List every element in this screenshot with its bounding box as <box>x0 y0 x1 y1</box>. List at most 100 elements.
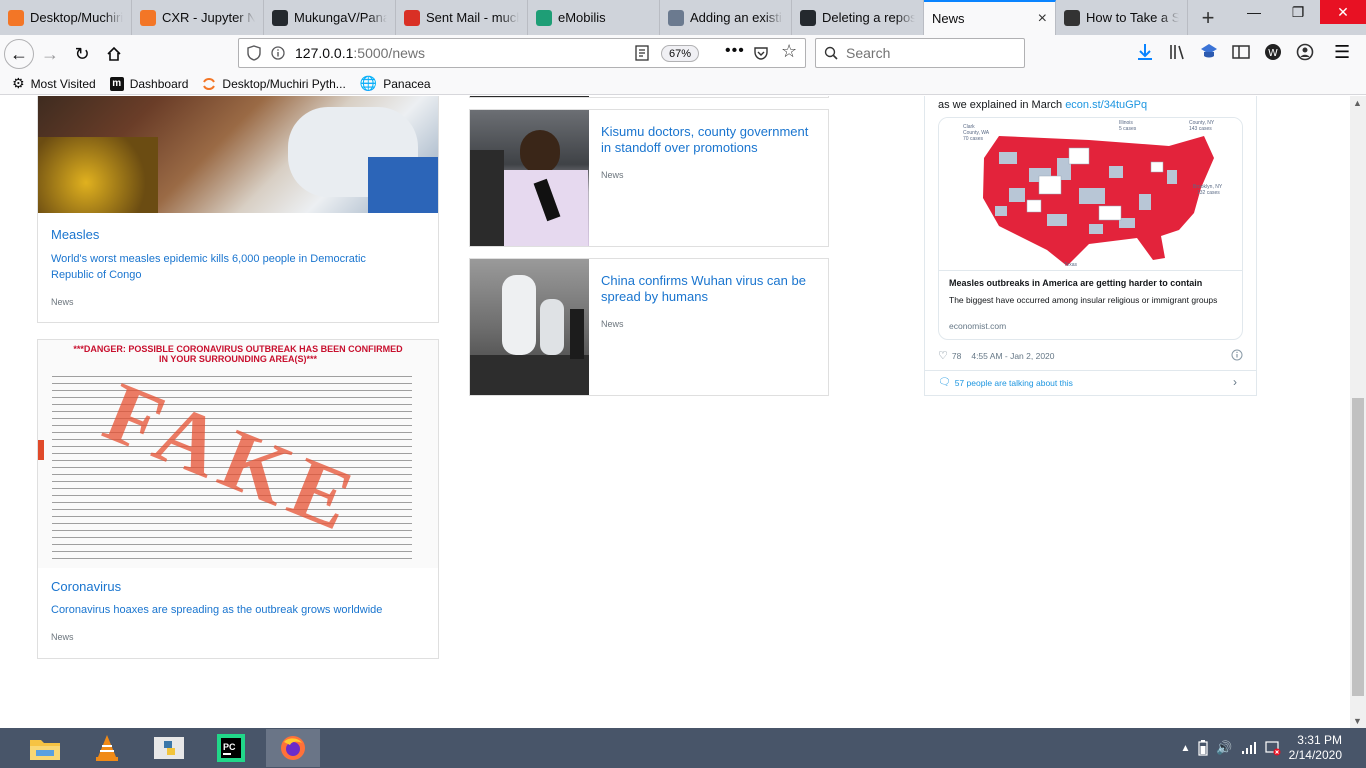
download-icon[interactable] <box>1134 41 1156 63</box>
sidebar-icon[interactable] <box>1230 41 1252 63</box>
page-actions-icon[interactable]: ••• <box>725 42 745 60</box>
info-circle-icon[interactable] <box>1231 349 1243 361</box>
article-tag: News <box>51 297 74 307</box>
taskbar-vlc[interactable] <box>80 729 134 767</box>
article-description[interactable]: World's worst measles epidemic kills 6,0… <box>51 251 408 283</box>
news-card-measles[interactable]: Measles World's worst measles epidemic k… <box>37 96 439 323</box>
bookmark-desktop-muchiri[interactable]: Desktop/Muchiri Pyth... <box>202 77 346 91</box>
search-input[interactable]: Search <box>815 38 1025 68</box>
bookmark-most-visited[interactable]: ⚙ Most Visited <box>12 75 96 92</box>
svg-text:Texas: Texas <box>1064 262 1078 268</box>
article-image <box>470 259 589 395</box>
volume-icon[interactable]: 🔊 <box>1216 740 1232 756</box>
search-placeholder: Search <box>846 45 891 61</box>
gmail-icon <box>404 9 420 26</box>
jupyter-icon <box>8 9 24 26</box>
article-description[interactable]: Coronavirus hoaxes are spreading as the … <box>51 602 408 618</box>
browser-tab[interactable]: Deleting a reposit <box>792 0 924 35</box>
window-controls: — ❐ ✕ <box>1232 0 1366 24</box>
browser-tab[interactable]: Desktop/Muchiri <box>0 0 132 35</box>
page-icon <box>668 9 684 26</box>
back-button[interactable]: ← <box>4 39 34 69</box>
reload-icon: ↻ <box>74 43 90 64</box>
extension-icon[interactable] <box>1198 41 1220 63</box>
pocket-icon[interactable] <box>753 45 769 61</box>
browser-tab[interactable]: Sent Mail - much <box>396 0 528 35</box>
profile-icon[interactable] <box>1294 41 1316 63</box>
battery-icon[interactable] <box>1198 740 1209 756</box>
new-tab-button[interactable]: + <box>1188 0 1228 35</box>
account-avatar-icon[interactable]: W <box>1262 41 1284 63</box>
browser-tab[interactable]: eMobilis <box>528 0 660 35</box>
browser-tab[interactable]: CXR - Jupyter No <box>132 0 264 35</box>
restore-button[interactable]: ❐ <box>1276 0 1320 24</box>
news-card-kisumu[interactable]: Kisumu doctors, county government in sta… <box>469 109 829 247</box>
reload-button[interactable]: ↻ <box>66 38 98 70</box>
tweet-timestamp[interactable]: 4:55 AM - Jan 2, 2020 <box>971 351 1054 361</box>
minimize-button[interactable]: — <box>1232 0 1276 24</box>
tweet-link[interactable]: econ.st/34tuGPq <box>1065 99 1147 111</box>
link-card-domain: economist.com <box>949 321 1007 331</box>
chevron-right-icon[interactable]: › <box>1233 375 1237 389</box>
news-card-partial[interactable] <box>469 96 829 98</box>
tray-overflow-chevron-icon[interactable]: ▲ <box>1181 743 1191 754</box>
info-icon <box>271 46 285 60</box>
library-icon[interactable] <box>1166 41 1188 63</box>
article-image <box>470 110 589 246</box>
home-icon <box>107 46 121 61</box>
article-category[interactable]: Measles <box>51 227 99 242</box>
tab-title: Deleting a reposit <box>822 10 915 25</box>
taskbar-pycharm[interactable]: PC <box>204 729 258 767</box>
python-icon <box>154 737 184 759</box>
url-host: 127.0.0.1 <box>295 45 354 61</box>
network-signal-icon[interactable] <box>1241 741 1257 755</box>
bookmark-star-icon[interactable]: ☆ <box>781 41 797 62</box>
article-tag: News <box>601 170 624 180</box>
taskbar-firefox[interactable] <box>266 729 320 767</box>
article-title[interactable]: Kisumu doctors, county government in sta… <box>601 124 818 156</box>
system-clock[interactable]: 3:31 PM 2/14/2020 <box>1289 733 1342 763</box>
url-path: :5000/news <box>353 45 425 61</box>
image-header-text: ***DANGER: POSSIBLE CORONAVIRUS OUTBREAK… <box>73 344 403 364</box>
action-center-icon[interactable] <box>1265 740 1281 756</box>
news-card-coronavirus[interactable]: ***DANGER: POSSIBLE CORONAVIRUS OUTBREAK… <box>37 339 439 659</box>
url-bar[interactable]: 127.0.0.1:5000/news 67% ••• ☆ <box>238 38 806 68</box>
close-window-button[interactable]: ✕ <box>1320 0 1366 24</box>
github-icon <box>272 9 288 26</box>
like-count: 78 <box>951 350 962 361</box>
conversation-link[interactable]: 🗨 57 people are talking about this <box>938 377 1073 388</box>
tab-title: MukungaV/Pana <box>294 10 387 25</box>
reader-view-icon[interactable] <box>635 45 649 61</box>
bookmark-label: Panacea <box>383 76 431 91</box>
link-preview-card[interactable]: Clark County, WA 70 cases Illinois 5 cas… <box>938 117 1243 340</box>
browser-tab[interactable]: News × <box>924 0 1056 35</box>
article-category[interactable]: Coronavirus <box>51 579 121 594</box>
taskbar-file-explorer[interactable] <box>18 729 72 767</box>
browser-tab[interactable]: MukungaV/Pana <box>264 0 396 35</box>
home-button[interactable] <box>98 38 130 70</box>
tab-list: Desktop/Muchiri CXR - Jupyter No MukungaV/… <box>0 0 1188 35</box>
scroll-down-arrow-icon[interactable]: ▼ <box>1353 716 1362 726</box>
news-card-wuhan[interactable]: China confirms Wuhan virus can be spread… <box>469 258 829 396</box>
bookmark-dashboard[interactable]: m Dashboard <box>109 76 188 91</box>
hamburger-menu-icon[interactable]: ☰ <box>1334 42 1350 63</box>
folder-icon <box>30 740 60 760</box>
svg-text:132 cases: 132 cases <box>1197 190 1220 196</box>
tab-title: CXR - Jupyter No <box>162 10 255 25</box>
vertical-scrollbar[interactable]: ▲ ▼ <box>1350 96 1366 728</box>
embedded-tweet[interactable]: as we explained in March econ.st/34tuGPq… <box>924 96 1257 396</box>
article-tag: News <box>51 632 74 642</box>
scroll-up-arrow-icon[interactable]: ▲ <box>1353 98 1362 108</box>
article-title[interactable]: China confirms Wuhan virus can be spread… <box>601 273 818 305</box>
article-image <box>38 96 438 213</box>
heart-icon[interactable]: ♡ <box>938 349 948 362</box>
bookmark-panacea[interactable]: 🌐 Panacea <box>360 75 431 92</box>
browser-tab[interactable]: How to Take a Sc <box>1056 0 1188 35</box>
close-tab-icon[interactable]: × <box>1038 10 1047 28</box>
zoom-level-badge[interactable]: 67% <box>661 45 699 62</box>
browser-tab[interactable]: Adding an existin <box>660 0 792 35</box>
link-card-description: The biggest have occurred among insular … <box>949 295 1218 305</box>
scrollbar-thumb[interactable] <box>1352 398 1364 696</box>
taskbar-python[interactable] <box>142 729 196 767</box>
forward-button[interactable]: → <box>34 38 66 70</box>
